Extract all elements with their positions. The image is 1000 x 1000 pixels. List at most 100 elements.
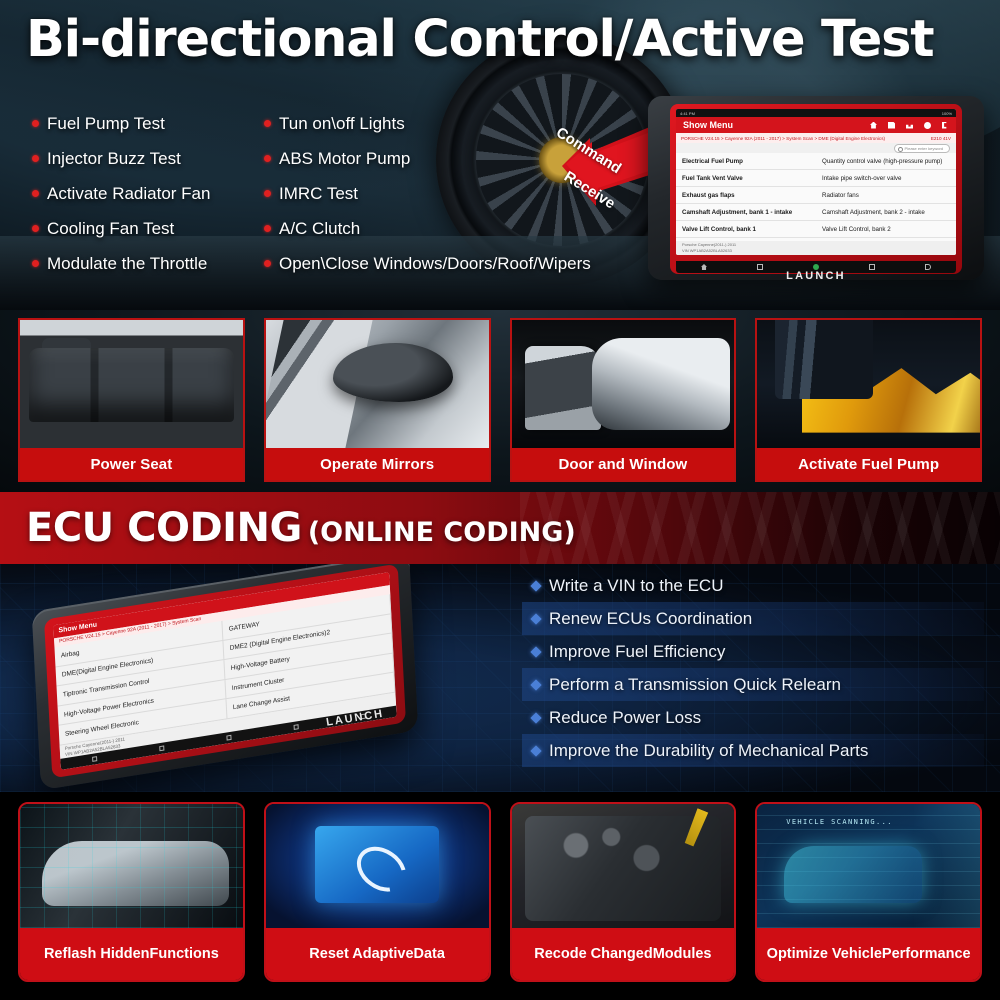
- card-image-door-and-window: [511, 320, 735, 448]
- hero-feature-list: Fuel Pump Test Injector Buzz Test Activa…: [32, 106, 642, 281]
- hero-feature-column-left: Fuel Pump Test Injector Buzz Test Activa…: [32, 106, 264, 281]
- bullet-dot-icon: [264, 155, 271, 162]
- bullet-dot-icon: [32, 155, 39, 162]
- list-item-label: Cooling Fan Test: [47, 218, 175, 238]
- diamond-bullet-icon: [530, 678, 542, 691]
- list-item: Activate Radiator Fan: [32, 176, 264, 211]
- brand-logo: LAUNCH: [786, 270, 846, 282]
- list-item: Improve the Durability of Mechanical Par…: [522, 734, 984, 767]
- list-item-label: Fuel Pump Test: [47, 113, 165, 133]
- feature-card[interactable]: Reset Adaptive Data: [263, 802, 491, 982]
- list-item-label: Activate Radiator Fan: [47, 183, 211, 203]
- bullet-dot-icon: [32, 190, 39, 197]
- section-title-sub: (ONLINE CODING): [307, 517, 576, 548]
- ecu-feature-list: Write a VIN to the ECU Renew ECUs Coordi…: [522, 569, 984, 767]
- card-label: Reset Adaptive Data: [265, 928, 489, 980]
- vehicle-info-footer: Porsche Cayenne(2011-) 2011 VIN WP1AB2A5…: [676, 241, 956, 255]
- note-icon[interactable]: [888, 121, 895, 129]
- ecu-coding-banner: ECU CODING (ONLINE CODING): [0, 492, 1000, 564]
- list-item-label: Injector Buzz Test: [47, 148, 181, 168]
- card-label-line1: Reflash Hidden: [43, 945, 150, 962]
- search-input[interactable]: Please enter keyword: [893, 143, 950, 153]
- feature-card[interactable]: Door and Window: [509, 318, 737, 482]
- card-label: Operate Mirrors: [265, 448, 489, 480]
- breadcrumb-path: PORSCHE V24.15 > Cayenne 92A (2011 - 201…: [681, 135, 886, 141]
- table-row[interactable]: Electrical Fuel Pump Quantity control va…: [676, 153, 956, 170]
- screenshot-icon[interactable]: [293, 724, 299, 731]
- cell-right: Camshaft Adjustment, bank 2 - intake: [822, 208, 925, 216]
- diamond-bullet-icon: [530, 579, 542, 592]
- list-item: Cooling Fan Test: [32, 211, 264, 246]
- list-item-label: Renew ECUs Coordination: [549, 608, 753, 628]
- list-item-label: Tun on\off Lights: [279, 113, 405, 133]
- toolbar-title: Show Menu: [683, 120, 733, 130]
- tablet-red-bezel: 4:41 PM 100% Show Menu PORSCHE V24.15 > …: [670, 104, 962, 274]
- list-item-label: Open\Close Windows/Doors/Roof/Wipers: [279, 253, 591, 273]
- card-label: Door and Window: [511, 448, 735, 480]
- table-row[interactable]: Fuel Tank Vent Valve Intake pipe switch-…: [676, 170, 956, 187]
- status-battery: 100%: [941, 110, 952, 116]
- list-item: A/C Clutch: [264, 211, 642, 246]
- section-title-main: ECU CODING: [26, 505, 302, 551]
- table-row[interactable]: Exhaust gas flaps Radiator fans: [676, 187, 956, 204]
- record-icon[interactable]: [225, 734, 232, 741]
- android-status-bar: 4:41 PM 100%: [676, 109, 956, 117]
- feature-card[interactable]: Reflash Hidden Functions: [18, 802, 245, 982]
- feature-card[interactable]: VEHICLE SCANNING... Optimize Vehicle Per…: [755, 802, 982, 982]
- cell-right: Valve Lift Control, bank 2: [822, 225, 891, 233]
- card-label: Power Seat: [20, 448, 243, 480]
- list-item-label: Improve the Durability of Mechanical Par…: [549, 740, 869, 760]
- card-label-line1: Reset Adaptive: [309, 945, 414, 962]
- list-item-label: Write a VIN to the ECU: [549, 575, 724, 595]
- feature-card-row-top: Power Seat Operate Mirrors Door and Wind…: [0, 310, 1000, 492]
- list-item: Write a VIN to the ECU: [522, 569, 984, 602]
- table-row[interactable]: Valve Lift Control, bank 1 Valve Lift Co…: [676, 221, 956, 238]
- exit-icon[interactable]: [942, 121, 947, 129]
- feature-card[interactable]: Power Seat: [18, 318, 245, 482]
- card-label-line2: Modules: [652, 945, 712, 962]
- card-label: Recode Changed Modules: [511, 928, 735, 980]
- list-item: Injector Buzz Test: [32, 141, 264, 176]
- search-row: Please enter keyword: [676, 143, 956, 153]
- list-item: Improve Fuel Efficiency: [522, 635, 984, 668]
- home-icon[interactable]: [870, 121, 877, 129]
- feature-card[interactable]: Operate Mirrors: [263, 318, 491, 482]
- card-image-recode-changed-modules: [511, 804, 735, 928]
- feature-card[interactable]: Recode Changed Modules: [509, 802, 737, 982]
- home-icon[interactable]: [91, 756, 97, 762]
- list-item: Perform a Transmission Quick Relearn: [522, 668, 984, 701]
- cell-right: Intake pipe switch-over valve: [822, 174, 902, 182]
- cell-left: Exhaust gas flaps: [682, 191, 735, 199]
- list-item-label: Modulate the Throttle: [47, 253, 208, 273]
- list-item: Renew ECUs Coordination: [522, 602, 984, 635]
- card-label: Optimize Vehicle Performance: [757, 928, 980, 980]
- chevron-pattern-decoration: [520, 492, 1000, 564]
- cell-right: Quantity control valve (high-pressure pu…: [822, 157, 943, 165]
- card-image-operate-mirrors: [265, 320, 489, 448]
- help-icon[interactable]: [924, 121, 931, 129]
- breadcrumb: PORSCHE V24.15 > Cayenne 92A (2011 - 201…: [676, 133, 956, 143]
- menu-table: Electrical Fuel Pump Quantity control va…: [676, 153, 956, 241]
- diamond-bullet-icon: [530, 612, 542, 625]
- toolbar-icon-group: [870, 121, 949, 129]
- page-title: Bi-directional Control/Active Test: [26, 10, 935, 69]
- card-image-power-seat: [20, 320, 243, 448]
- feature-card[interactable]: Activate Fuel Pump: [755, 318, 982, 482]
- card-image-reset-adaptive-data: [265, 804, 489, 928]
- cell-right: Radiator fans: [822, 191, 859, 199]
- upload-icon[interactable]: [906, 121, 913, 129]
- list-item: Reduce Power Loss: [522, 701, 984, 734]
- hud-caption: VEHICLE SCANNING...: [786, 817, 893, 826]
- diamond-bullet-icon: [530, 744, 542, 757]
- cell-left: Valve Lift Control, bank 1: [682, 225, 756, 233]
- list-item-label: Reduce Power Loss: [549, 707, 702, 727]
- list-item: Open\Close Windows/Doors/Roof/Wipers: [264, 246, 642, 281]
- section-title: ECU CODING (ONLINE CODING): [26, 505, 576, 551]
- table-row[interactable]: Camshaft Adjustment, bank 1 - intake Cam…: [676, 204, 956, 221]
- card-label: Activate Fuel Pump: [757, 448, 980, 480]
- card-label-line2: Performance: [881, 945, 971, 962]
- hero-section: Bi-directional Control/Active Test Fuel …: [0, 0, 1000, 310]
- card-label-line2: Data: [413, 945, 445, 962]
- recents-icon[interactable]: [158, 745, 164, 752]
- card-label-line1: Recode Changed: [534, 945, 653, 962]
